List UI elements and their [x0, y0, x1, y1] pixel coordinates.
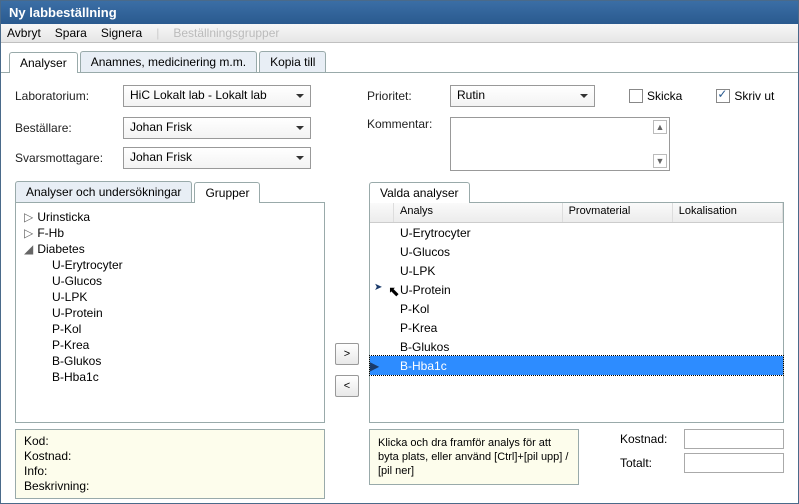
grid-row[interactable]: B-Glukos — [370, 337, 783, 356]
selected-analyses-grid[interactable]: Analys Provmaterial Lokalisation U-Erytr… — [369, 203, 784, 423]
bestallare-select[interactable]: Johan Frisk — [123, 117, 311, 139]
menu-separator: | — [156, 26, 159, 40]
expand-icon[interactable]: ▷ — [24, 210, 34, 224]
grid-header-handle — [370, 203, 394, 222]
main-tabs: Analyser Anamnes, medicinering m.m. Kopi… — [1, 43, 798, 73]
totalt-field — [684, 453, 784, 473]
kostnad-label: Kostnad: — [620, 432, 678, 446]
skicka-checkbox[interactable] — [629, 89, 643, 103]
kostnad-field — [684, 429, 784, 449]
right-column: Valda analyser Analys Provmaterial Lokal… — [369, 181, 784, 499]
menu-bestallningsgrupper: Beställningsgrupper — [173, 26, 279, 40]
totalt-label: Totalt: — [620, 456, 678, 470]
transfer-buttons: > < — [335, 181, 359, 499]
prioritet-label: Prioritet: — [367, 89, 442, 103]
tree-node-diabetes[interactable]: ◢ Diabetes — [24, 241, 316, 257]
tree-node-fhb[interactable]: ▷ F-Hb — [24, 225, 316, 241]
menu-avbryt[interactable]: Avbryt — [7, 26, 41, 40]
skrivut-checkbox-label[interactable]: Skriv ut — [716, 89, 774, 104]
lab-order-window: Ny labbeställning Avbryt Spara Signera |… — [0, 0, 799, 504]
info-beskrivning: Beskrivning: — [24, 479, 316, 494]
laboratorium-select[interactable]: HiC Lokalt lab - Lokalt lab — [123, 85, 311, 107]
scroll-up-icon[interactable]: ▲ — [653, 120, 667, 134]
valda-tabs: Valda analyser — [369, 181, 784, 203]
grid-row[interactable]: U-LPK — [370, 261, 783, 280]
tree-leaf[interactable]: U-Protein — [24, 305, 316, 321]
scroll-down-icon[interactable]: ▼ — [653, 154, 667, 168]
tree-leaf[interactable]: U-Erytrocyter — [24, 257, 316, 273]
laboratorium-label: Laboratorium: — [15, 89, 115, 103]
tree-leaf[interactable]: B-Hba1c — [24, 369, 316, 385]
remove-button[interactable]: < — [335, 375, 359, 397]
info-info: Info: — [24, 464, 316, 479]
tree-leaf[interactable]: B-Glukos — [24, 353, 316, 369]
add-button[interactable]: > — [335, 343, 359, 365]
svarsmottagare-label: Svarsmottagare: — [15, 151, 115, 165]
menubar: Avbryt Spara Signera | Beställningsgrupp… — [1, 24, 798, 43]
info-kod: Kod: — [24, 434, 316, 449]
info-box: Kod: Kostnad: Info: Beskrivning: — [15, 429, 325, 499]
subtab-analyser[interactable]: Analyser och undersökningar — [15, 181, 192, 202]
tree-leaf[interactable]: P-Kol — [24, 321, 316, 337]
tree-leaf[interactable]: U-Glucos — [24, 273, 316, 289]
tree-node-urinsticka[interactable]: ▷ Urinsticka — [24, 209, 316, 225]
tree-leaf[interactable]: P-Krea — [24, 337, 316, 353]
svarsmottagare-select[interactable]: Johan Frisk — [123, 147, 311, 169]
menu-signera[interactable]: Signera — [101, 26, 142, 40]
menu-spara[interactable]: Spara — [55, 26, 87, 40]
grid-row[interactable]: P-Krea — [370, 318, 783, 337]
subtabs: Analyser och undersökningar Grupper — [15, 181, 325, 203]
grid-header: Analys Provmaterial Lokalisation — [370, 203, 783, 223]
collapse-icon[interactable]: ◢ — [24, 242, 34, 256]
grid-row[interactable]: P-Kol — [370, 299, 783, 318]
window-title: Ny labbeställning — [1, 1, 798, 24]
cost-area: Kostnad: Totalt: — [620, 423, 784, 473]
tree-leaf[interactable]: U-LPK — [24, 289, 316, 305]
reorder-hint: Klicka och dra framför analys för att by… — [369, 429, 579, 485]
expand-icon[interactable]: ▷ — [24, 226, 34, 240]
grid-body: U-Erytrocyter U-Glucos U-LPK U-Protein P… — [370, 223, 783, 375]
tab-kopia[interactable]: Kopia till — [259, 51, 326, 72]
left-column: Analyser och undersökningar Grupper ▷ Ur… — [15, 181, 325, 499]
grid-row-selected[interactable]: ▶B-Hba1c — [370, 356, 783, 375]
subtab-grupper[interactable]: Grupper — [194, 182, 260, 203]
bestallare-label: Beställare: — [15, 121, 115, 135]
grid-header-lokalisation[interactable]: Lokalisation — [673, 203, 783, 222]
grid-header-analys[interactable]: Analys — [394, 203, 563, 222]
skicka-checkbox-label[interactable]: Skicka — [629, 89, 682, 104]
body-area: Analyser och undersökningar Grupper ▷ Ur… — [15, 181, 784, 499]
kommentar-label: Kommentar: — [367, 117, 442, 131]
grid-row[interactable]: U-Protein — [370, 280, 783, 299]
tab-anamnes[interactable]: Anamnes, medicinering m.m. — [80, 51, 257, 72]
tab-valda-analyser[interactable]: Valda analyser — [369, 182, 470, 203]
skrivut-checkbox[interactable] — [716, 89, 730, 103]
info-kostnad: Kostnad: — [24, 449, 316, 464]
grid-row[interactable]: U-Erytrocyter — [370, 223, 783, 242]
tab-analyser[interactable]: Analyser — [9, 52, 78, 73]
tree-box[interactable]: ▷ Urinsticka ▷ F-Hb ◢ Diabetes U-Erytroc… — [15, 203, 325, 423]
kommentar-textarea[interactable]: ▲ ▼ — [450, 117, 670, 171]
grid-header-provmaterial[interactable]: Provmaterial — [563, 203, 673, 222]
analyser-panel: Laboratorium: HiC Lokalt lab - Lokalt la… — [1, 73, 798, 504]
grid-row[interactable]: U-Glucos — [370, 242, 783, 261]
prioritet-select[interactable]: Rutin — [450, 85, 595, 107]
